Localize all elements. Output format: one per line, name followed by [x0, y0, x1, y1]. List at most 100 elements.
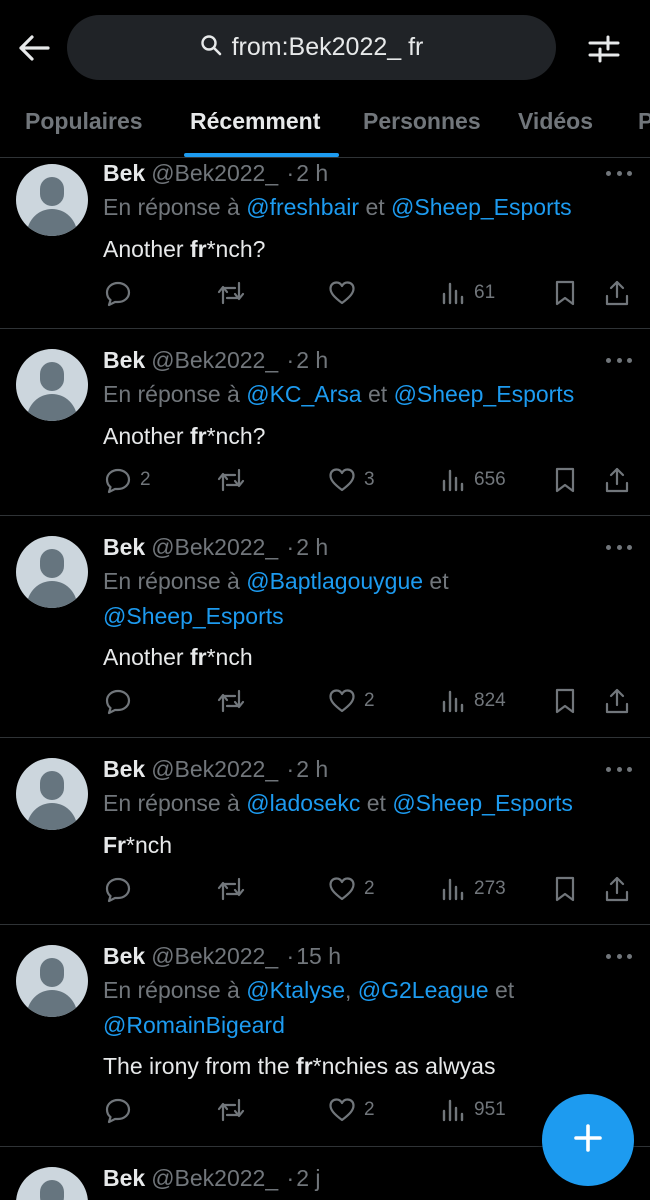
timestamp[interactable]: 2 h — [296, 756, 328, 782]
tweet-text-part: *nch — [126, 832, 173, 858]
search-input[interactable]: from:Bek2022_ fr — [67, 15, 556, 80]
avatar[interactable] — [16, 536, 88, 608]
bookmark-button[interactable] — [553, 686, 577, 716]
like-button[interactable]: 2 — [328, 874, 375, 904]
tab-recemment[interactable]: Récemment — [190, 108, 320, 135]
tweet-header: Bek @Bek2022_ ·2 h — [103, 347, 328, 374]
display-name[interactable]: Bek — [103, 756, 145, 782]
retweet-button[interactable] — [216, 874, 254, 904]
views-button[interactable]: 61 — [440, 278, 495, 308]
display-name[interactable]: Bek — [103, 160, 145, 186]
mention-link[interactable]: @ladosekc — [246, 790, 360, 816]
views-button[interactable]: 273 — [440, 874, 506, 904]
reply-button[interactable] — [104, 1095, 140, 1125]
compose-button[interactable] — [542, 1094, 634, 1186]
views-button[interactable]: 824 — [440, 686, 506, 716]
mention-link[interactable]: @Sheep_Esports — [392, 790, 573, 816]
views-icon — [440, 688, 466, 714]
reply-button[interactable] — [104, 278, 140, 308]
more-icon[interactable] — [606, 168, 632, 178]
tweet[interactable]: Bek @Bek2022_ ·2 h En réponse à @KC_Arsa … — [0, 329, 650, 516]
like-button[interactable]: 3 — [328, 465, 375, 495]
share-button[interactable] — [604, 874, 630, 904]
mention-link[interactable]: @RomainBigeard — [103, 1012, 285, 1038]
retweet-button[interactable] — [216, 465, 254, 495]
like-button[interactable]: 2 — [328, 686, 375, 716]
reply-icon — [104, 875, 132, 903]
bookmark-button[interactable] — [553, 465, 577, 495]
more-icon[interactable] — [606, 764, 632, 774]
handle[interactable]: @Bek2022_ — [151, 756, 278, 782]
plus-icon — [572, 1122, 604, 1159]
tab-partial[interactable]: P — [638, 108, 650, 135]
display-name[interactable]: Bek — [103, 1165, 145, 1191]
mention-link[interactable]: @Baptlagouygue — [246, 568, 423, 594]
filter-icon[interactable] — [583, 28, 625, 70]
tweet-text-part: Another — [103, 236, 190, 262]
timestamp[interactable]: 2 h — [296, 534, 328, 560]
reply-button[interactable] — [104, 874, 140, 904]
top-bar: from:Bek2022_ fr Populaires Récemment Pe… — [0, 0, 650, 160]
like-button[interactable]: 2 — [328, 1095, 375, 1125]
reply-separator: et — [360, 790, 393, 816]
tab-videos[interactable]: Vidéos — [518, 108, 593, 135]
share-button[interactable] — [604, 465, 630, 495]
handle[interactable]: @Bek2022_ — [151, 347, 278, 373]
mention-link[interactable]: @Sheep_Esports — [394, 381, 575, 407]
bookmark-button[interactable] — [553, 874, 577, 904]
timestamp[interactable]: 2 j — [296, 1165, 320, 1191]
highlighted-term: fr — [189, 423, 207, 449]
views-button[interactable]: 951 — [440, 1095, 506, 1125]
avatar[interactable] — [16, 164, 88, 236]
reply-button[interactable]: 2 — [104, 465, 151, 495]
mention-link[interactable]: @Ktalyse — [246, 977, 345, 1003]
share-button[interactable] — [604, 686, 630, 716]
display-name[interactable]: Bek — [103, 534, 145, 560]
avatar[interactable] — [16, 1167, 88, 1200]
like-count: 2 — [364, 878, 375, 899]
tweet[interactable]: Bek @Bek2022_ ·2 h En réponse à @ladosekc… — [0, 738, 650, 925]
like-icon — [328, 1097, 356, 1123]
mention-link[interactable]: @G2League — [358, 977, 489, 1003]
retweet-button[interactable] — [216, 1095, 254, 1125]
mention-link[interactable]: @freshbair — [246, 194, 359, 220]
more-icon[interactable] — [606, 355, 632, 365]
search-icon — [200, 34, 222, 61]
tweet[interactable]: Bek @Bek2022_ ·2 h En réponse à @freshbai… — [0, 158, 650, 329]
mention-link[interactable]: @Sheep_Esports — [103, 603, 284, 629]
bookmark-button[interactable] — [553, 278, 577, 308]
separator-dot: · — [286, 943, 295, 969]
reply-separator: et — [423, 568, 449, 594]
mention-link[interactable]: @KC_Arsa — [246, 381, 361, 407]
search-query: from:Bek2022_ fr — [231, 33, 424, 61]
share-icon — [604, 875, 630, 903]
tab-populaires[interactable]: Populaires — [25, 108, 143, 135]
reply-button[interactable] — [104, 686, 140, 716]
share-button[interactable] — [604, 278, 630, 308]
avatar[interactable] — [16, 758, 88, 830]
back-arrow-icon[interactable] — [14, 28, 54, 68]
reply-prefix: En réponse à — [103, 790, 247, 816]
retweet-button[interactable] — [216, 278, 254, 308]
retweet-button[interactable] — [216, 686, 254, 716]
tab-personnes[interactable]: Personnes — [363, 108, 481, 135]
handle[interactable]: @Bek2022_ — [151, 534, 278, 560]
timestamp[interactable]: 2 h — [296, 160, 328, 186]
display-name[interactable]: Bek — [103, 347, 145, 373]
handle[interactable]: @Bek2022_ — [151, 1165, 278, 1191]
avatar[interactable] — [16, 945, 88, 1017]
more-icon[interactable] — [606, 542, 632, 552]
like-button[interactable] — [328, 278, 364, 308]
timestamp[interactable]: 15 h — [296, 943, 341, 969]
tweet[interactable]: Bek @Bek2022_ ·2 h En réponse à @Baptlago… — [0, 516, 650, 738]
handle[interactable]: @Bek2022_ — [151, 160, 278, 186]
views-button[interactable]: 656 — [440, 465, 506, 495]
mention-link[interactable]: @Sheep_Esports — [391, 194, 572, 220]
display-name[interactable]: Bek — [103, 943, 145, 969]
handle[interactable]: @Bek2022_ — [151, 943, 278, 969]
avatar[interactable] — [16, 349, 88, 421]
tweet-text-part: The irony from the — [103, 1053, 297, 1079]
reply-context: En réponse à @Baptlagouygue et @Sheep_Es… — [103, 564, 623, 634]
more-icon[interactable] — [606, 951, 632, 961]
timestamp[interactable]: 2 h — [296, 347, 328, 373]
